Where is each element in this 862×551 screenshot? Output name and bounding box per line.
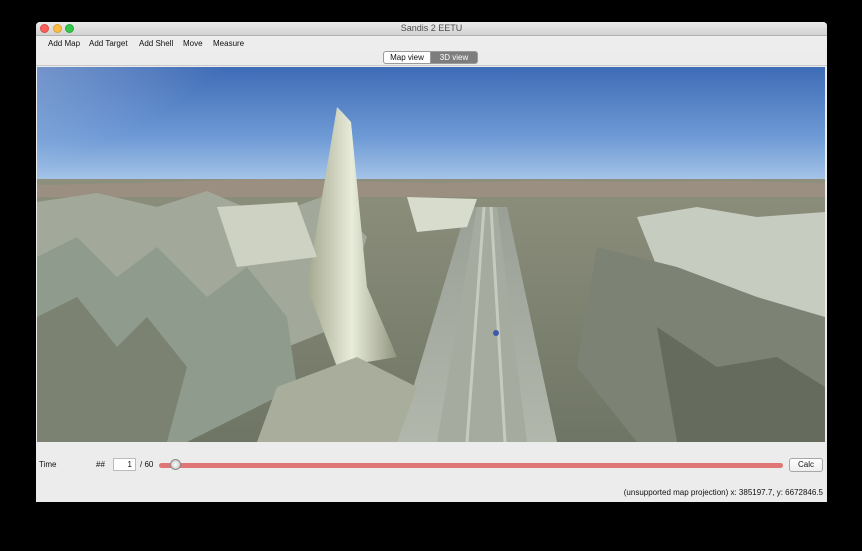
tab-3d-view[interactable]: 3D view — [431, 51, 478, 64]
add-map-button[interactable]: Add Map — [48, 39, 80, 48]
window-title: Sandis 2 EETU — [400, 23, 463, 33]
terrain-render — [37, 67, 825, 442]
title-bar: Sandis 2 EETU — [36, 22, 827, 36]
calc-button[interactable]: Calc — [789, 458, 823, 472]
coordinate-status: (unsupported map projection) x: 385197.7… — [623, 488, 823, 497]
frame-number-input[interactable]: 1 — [113, 458, 136, 471]
time-slider-track[interactable] — [159, 463, 783, 468]
time-slider-handle[interactable] — [169, 459, 181, 470]
time-label: Time — [39, 460, 57, 469]
frame-hash-label: ## — [96, 460, 105, 469]
frame-total: / 60 — [140, 460, 154, 469]
tab-map-view[interactable]: Map view — [383, 51, 431, 64]
move-button[interactable]: Move — [183, 39, 203, 48]
measure-button[interactable]: Measure — [213, 39, 244, 48]
view-toggle-bar: Map view 3D view — [36, 51, 827, 66]
app-window: Sandis 2 EETU Add Map Add Target Add She… — [36, 22, 827, 502]
add-target-button[interactable]: Add Target — [89, 39, 128, 48]
3d-terrain-viewport[interactable] — [37, 67, 825, 442]
add-shell-button[interactable]: Add Shell — [139, 39, 173, 48]
timeline-panel: Time ## 1 / 60 Calc (unsupported map pro… — [36, 443, 827, 502]
